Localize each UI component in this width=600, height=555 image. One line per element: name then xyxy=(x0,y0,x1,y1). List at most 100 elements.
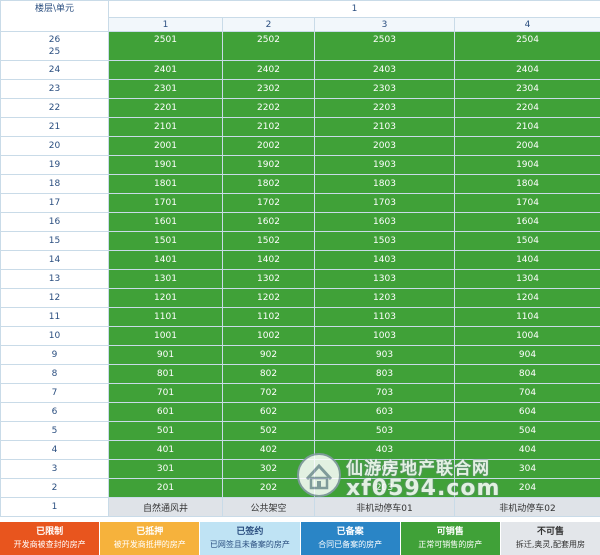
room-cell[interactable]: 1502 xyxy=(222,231,315,251)
room-cell[interactable]: 1401 xyxy=(108,250,223,270)
room-cell[interactable]: 1601 xyxy=(108,212,223,232)
room-cell-nonsale[interactable]: 自然通风井 xyxy=(108,497,223,517)
room-cell[interactable]: 801 xyxy=(108,364,223,384)
room-cell[interactable]: 2503 xyxy=(314,31,455,61)
room-cell[interactable]: 1402 xyxy=(222,250,315,270)
room-cell[interactable]: 2403 xyxy=(314,60,455,80)
room-cell[interactable]: 2302 xyxy=(222,79,315,99)
room-cell[interactable]: 1904 xyxy=(453,155,600,175)
room-cell[interactable]: 2402 xyxy=(222,60,315,80)
room-cell[interactable]: 2201 xyxy=(108,98,223,118)
room-cell[interactable]: 1403 xyxy=(314,250,455,270)
room-cell[interactable]: 2504 xyxy=(453,31,600,61)
room-cell[interactable]: 1004 xyxy=(453,326,600,346)
room-cell[interactable]: 1104 xyxy=(453,307,600,327)
room-cell[interactable]: 303 xyxy=(314,459,455,479)
room-cell[interactable]: 1801 xyxy=(108,174,223,194)
room-cell[interactable]: 1202 xyxy=(222,288,315,308)
room-cell[interactable]: 1001 xyxy=(108,326,223,346)
room-cell[interactable]: 201 xyxy=(108,478,223,498)
room-cell[interactable]: 301 xyxy=(108,459,223,479)
room-cell[interactable]: 2001 xyxy=(108,136,223,156)
room-cell[interactable]: 702 xyxy=(222,383,315,403)
room-cell[interactable]: 802 xyxy=(222,364,315,384)
room-cell[interactable]: 402 xyxy=(222,440,315,460)
room-cell[interactable]: 1602 xyxy=(222,212,315,232)
room-cell[interactable]: 2502 xyxy=(222,31,315,61)
room-cell[interactable]: 2501 xyxy=(108,31,223,61)
room-cell[interactable]: 1303 xyxy=(314,269,455,289)
room-cell[interactable]: 1803 xyxy=(314,174,455,194)
room-cell-nonsale[interactable]: 非机动停车02 xyxy=(453,497,600,517)
room-cell[interactable]: 1503 xyxy=(314,231,455,251)
room-cell[interactable]: 1404 xyxy=(453,250,600,270)
room-cell[interactable]: 1901 xyxy=(108,155,223,175)
room-cell[interactable]: 2101 xyxy=(108,117,223,137)
room-cell[interactable]: 302 xyxy=(222,459,315,479)
room-cell[interactable]: 804 xyxy=(453,364,600,384)
room-cell[interactable]: 1903 xyxy=(314,155,455,175)
room-cell[interactable]: 1704 xyxy=(453,193,600,213)
room-cell[interactable]: 1304 xyxy=(453,269,600,289)
room-cell[interactable]: 904 xyxy=(453,345,600,365)
room-cell[interactable]: 701 xyxy=(108,383,223,403)
room-cell[interactable]: 2203 xyxy=(314,98,455,118)
room-cell[interactable]: 1003 xyxy=(314,326,455,346)
room-cell[interactable]: 2103 xyxy=(314,117,455,137)
room-cell[interactable]: 1002 xyxy=(222,326,315,346)
room-cell[interactable]: 1201 xyxy=(108,288,223,308)
room-cell[interactable]: 204 xyxy=(453,478,600,498)
room-cell[interactable]: 2401 xyxy=(108,60,223,80)
room-cell[interactable]: 1103 xyxy=(314,307,455,327)
room-cell[interactable]: 2304 xyxy=(453,79,600,99)
room-cell[interactable]: 1902 xyxy=(222,155,315,175)
room-cell[interactable]: 1302 xyxy=(222,269,315,289)
room-cell[interactable]: 602 xyxy=(222,402,315,422)
room-cell[interactable]: 1203 xyxy=(314,288,455,308)
room-cell[interactable]: 903 xyxy=(314,345,455,365)
room-cell[interactable]: 1101 xyxy=(108,307,223,327)
room-cell[interactable]: 202 xyxy=(222,478,315,498)
room-cell[interactable]: 2301 xyxy=(108,79,223,99)
room-cell[interactable]: 2303 xyxy=(314,79,455,99)
room-cell[interactable]: 502 xyxy=(222,421,315,441)
room-cell[interactable]: 2003 xyxy=(314,136,455,156)
room-cell[interactable]: 1701 xyxy=(108,193,223,213)
room-cell[interactable]: 1804 xyxy=(453,174,600,194)
room-cell[interactable]: 2202 xyxy=(222,98,315,118)
room-cell[interactable]: 1702 xyxy=(222,193,315,213)
room-cell[interactable]: 2404 xyxy=(453,60,600,80)
room-cell[interactable]: 2102 xyxy=(222,117,315,137)
room-cell[interactable]: 1603 xyxy=(314,212,455,232)
room-cell[interactable]: 1102 xyxy=(222,307,315,327)
room-cell[interactable]: 503 xyxy=(314,421,455,441)
room-cell[interactable]: 601 xyxy=(108,402,223,422)
room-cell[interactable]: 603 xyxy=(314,402,455,422)
room-cell[interactable]: 401 xyxy=(108,440,223,460)
room-cell[interactable]: 504 xyxy=(453,421,600,441)
room-cell[interactable]: 2104 xyxy=(453,117,600,137)
room-cell[interactable]: 1301 xyxy=(108,269,223,289)
room-cell-nonsale[interactable]: 公共架空 xyxy=(222,497,315,517)
room-cell[interactable]: 1204 xyxy=(453,288,600,308)
room-cell[interactable]: 2204 xyxy=(453,98,600,118)
room-cell[interactable]: 902 xyxy=(222,345,315,365)
room-cell[interactable]: 901 xyxy=(108,345,223,365)
room-cell[interactable]: 203 xyxy=(314,478,455,498)
room-cell[interactable]: 604 xyxy=(453,402,600,422)
room-cell[interactable]: 501 xyxy=(108,421,223,441)
room-cell[interactable]: 2004 xyxy=(453,136,600,156)
room-cell[interactable]: 703 xyxy=(314,383,455,403)
room-cell[interactable]: 2002 xyxy=(222,136,315,156)
room-cell[interactable]: 403 xyxy=(314,440,455,460)
room-cell[interactable]: 1604 xyxy=(453,212,600,232)
room-cell[interactable]: 1504 xyxy=(453,231,600,251)
room-cell[interactable]: 1802 xyxy=(222,174,315,194)
room-cell[interactable]: 803 xyxy=(314,364,455,384)
room-cell[interactable]: 404 xyxy=(453,440,600,460)
room-cell[interactable]: 1501 xyxy=(108,231,223,251)
room-cell-nonsale[interactable]: 非机动停车01 xyxy=(314,497,455,517)
room-cell[interactable]: 304 xyxy=(453,459,600,479)
room-cell[interactable]: 704 xyxy=(453,383,600,403)
room-cell[interactable]: 1703 xyxy=(314,193,455,213)
